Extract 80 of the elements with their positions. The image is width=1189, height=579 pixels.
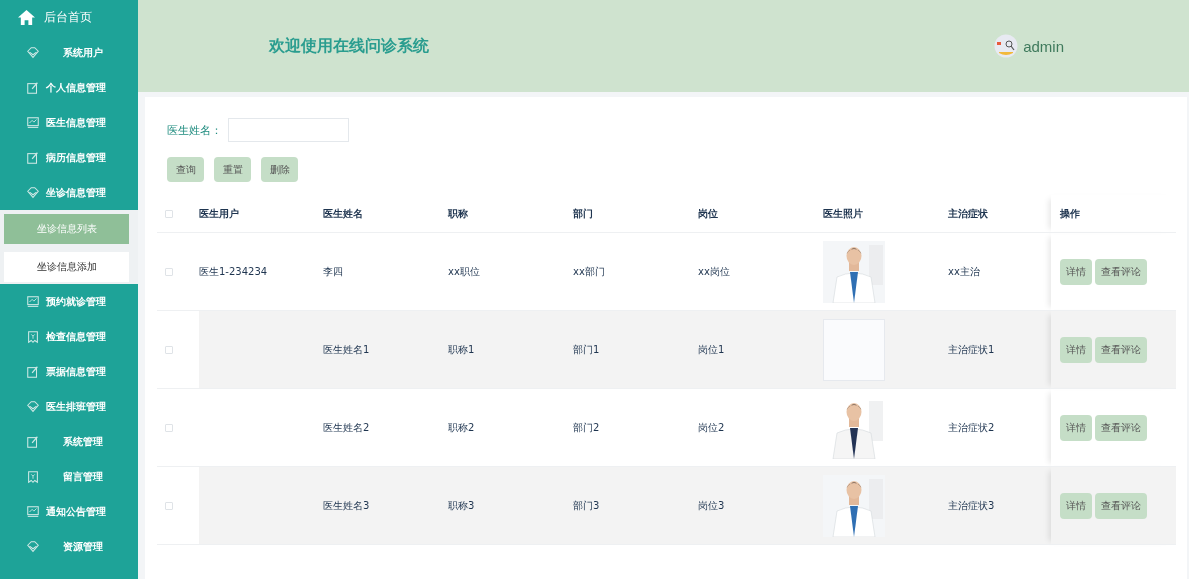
diamond-icon	[26, 185, 40, 200]
home-icon	[17, 9, 36, 26]
action-button[interactable]: 删除	[261, 157, 298, 182]
sidebar-item[interactable]: 通知公告管理	[0, 494, 138, 529]
column-header: 职称	[448, 207, 468, 219]
sidebar-item[interactable]: 坐诊信息管理	[0, 175, 138, 210]
table-cell: 主治症状2	[948, 421, 995, 433]
username[interactable]: admin	[1023, 37, 1064, 55]
row-action-button[interactable]: 详情	[1060, 492, 1092, 519]
table-cell: 岗位2	[698, 421, 725, 433]
sidebar-item[interactable]: 资源管理	[0, 529, 138, 564]
sidebar-item[interactable]: 留言管理	[0, 459, 138, 494]
diamond-icon	[26, 399, 40, 414]
column-header: 医生姓名	[323, 207, 363, 219]
table-cell: 部门2	[573, 421, 600, 433]
table-cell: 医生姓名2	[323, 421, 370, 433]
input-field[interactable]	[228, 118, 349, 142]
receipt-icon	[26, 329, 40, 344]
table-cell: 医生姓名3	[323, 499, 370, 511]
checkbox[interactable]	[165, 209, 173, 218]
table-cell: 部门3	[573, 499, 600, 511]
table-cell: xx职位	[448, 265, 480, 277]
sidebar-item[interactable]: 票据信息管理	[0, 354, 138, 389]
checkbox[interactable]	[165, 423, 173, 432]
row-action-button[interactable]: 详情	[1060, 336, 1092, 363]
diamond-icon	[26, 539, 40, 554]
row-action-button[interactable]: 查看评论	[1095, 492, 1147, 519]
column-header: 医生用户	[199, 207, 239, 219]
table-cell: 职称1	[448, 343, 475, 355]
sidebar-item[interactable]: 预约就诊管理	[0, 284, 138, 319]
checkbox[interactable]	[165, 501, 173, 510]
chart-icon	[26, 504, 40, 519]
sidebar-item[interactable]: 系统用户	[0, 35, 138, 70]
row-action-button[interactable]: 查看评论	[1095, 414, 1147, 441]
edit-icon	[26, 364, 40, 379]
home-link[interactable]: 后台首页	[0, 0, 138, 35]
row-action-button[interactable]: 详情	[1060, 414, 1092, 441]
chart-icon	[26, 115, 40, 130]
table-cell: 岗位3	[698, 499, 725, 511]
sidebar-item[interactable]: 检查信息管理	[0, 319, 138, 354]
sidebar-item[interactable]: 医生排班管理	[0, 389, 138, 424]
column-header: 医生照片	[823, 207, 863, 219]
row-action-button[interactable]: 详情	[1060, 258, 1092, 285]
action-button[interactable]: 重置	[214, 157, 251, 182]
receipt-icon	[26, 469, 40, 484]
column-header: 主治症状	[948, 207, 988, 219]
table-cell: 医生姓名1	[323, 343, 370, 355]
table-cell: 职称2	[448, 421, 475, 433]
table-cell: 主治症状3	[948, 499, 995, 511]
avatar-icon[interactable]	[994, 34, 1019, 58]
column-header: 操作	[1060, 207, 1080, 219]
sidebar-item[interactable]: 系统管理	[0, 424, 138, 459]
field-label: 医生姓名：	[167, 122, 222, 138]
chart-icon	[26, 294, 40, 309]
column-header: 岗位	[698, 207, 718, 219]
table-cell: 主治症状1	[948, 343, 995, 355]
row-action-button[interactable]: 查看评论	[1095, 336, 1147, 363]
column-header: 部门	[573, 207, 593, 219]
edit-icon	[26, 80, 40, 95]
sidebar-item[interactable]: 个人信息管理	[0, 70, 138, 105]
sidebar-item[interactable]: 病历信息管理	[0, 140, 138, 175]
table-cell: 医生1-234234	[199, 265, 268, 277]
submenu-item[interactable]: 坐诊信息添加	[4, 252, 129, 282]
table-cell: xx部门	[573, 265, 605, 277]
edit-icon	[26, 150, 40, 165]
table-cell: xx岗位	[698, 265, 730, 277]
sidebar-item[interactable]: 医生信息管理	[0, 105, 138, 140]
checkbox[interactable]	[165, 345, 173, 354]
diamond-icon	[26, 45, 40, 60]
row-action-button[interactable]: 查看评论	[1095, 258, 1147, 285]
edit-icon	[26, 434, 40, 449]
submenu-item[interactable]: 坐诊信息列表	[4, 214, 129, 244]
table-cell: 岗位1	[698, 343, 725, 355]
page-title: 欢迎使用在线问诊系统	[269, 35, 430, 57]
table-cell: xx主治	[948, 265, 980, 277]
table-cell: 李四	[323, 265, 343, 277]
table-cell: 职称3	[448, 499, 475, 511]
table-cell: 部门1	[573, 343, 600, 355]
action-button[interactable]: 查询	[167, 157, 204, 182]
checkbox[interactable]	[165, 267, 173, 276]
